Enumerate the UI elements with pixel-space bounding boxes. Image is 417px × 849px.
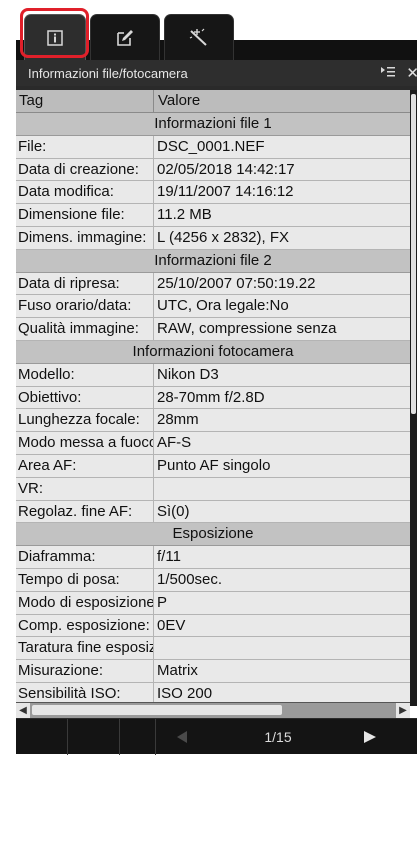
row-value: 28mm [157, 411, 199, 429]
highlight-callout [20, 8, 89, 58]
table-row[interactable]: Dimens. immagine: L (4256 x 2832), FX [16, 226, 410, 250]
row-tag: Data modifica: [16, 181, 154, 204]
table-row[interactable]: Data di creazione: 02/05/2018 14:42:17 [16, 158, 410, 182]
row-value: ISO 200 [157, 684, 213, 702]
row-value: P [157, 593, 168, 611]
horizontal-scroll-thumb[interactable] [32, 705, 282, 715]
row-value: 1/500sec. [157, 570, 223, 588]
row-tag: Fuso orario/data: [16, 295, 154, 318]
row-tag: Misurazione: [16, 660, 154, 682]
next-arrow-icon [364, 731, 376, 743]
prev-button[interactable] [156, 719, 208, 755]
table-row[interactable]: Fuso orario/data: UTC, Ora legale:No [16, 295, 410, 319]
footer-segment [120, 719, 156, 755]
row-tag: Area AF: [16, 454, 154, 477]
row-value [154, 478, 410, 500]
row-tag: Sensibilità ISO: [16, 682, 154, 702]
section-header: Informazioni file 2 [16, 249, 410, 273]
table-row[interactable]: Qualità immagine: RAW, compressione senza [16, 318, 410, 341]
row-value: L (4256 x 2832), FX [157, 228, 290, 246]
magic-wand-icon [189, 28, 207, 46]
row-tag: Obiettivo: [16, 386, 154, 409]
edit-icon [117, 29, 133, 46]
table-row[interactable]: Dimensione file: 11.2 MB [16, 204, 410, 227]
section-header: Informazioni file 1 [16, 113, 410, 136]
row-value [154, 637, 410, 659]
table-row[interactable]: Regolaz. fine AF: Sì(0) [16, 500, 410, 524]
next-button[interactable] [344, 719, 396, 755]
row-tag: Lunghezza focale: [16, 409, 154, 432]
table-header: Tag Valore [16, 90, 410, 113]
table-row[interactable]: Data di ripresa: 25/10/2007 07:50:19.22 [16, 272, 410, 296]
list-menu-icon[interactable] [380, 66, 396, 81]
section-header: Informazioni fotocamera [16, 340, 410, 364]
row-tag: Comp. esposizione: [16, 614, 154, 637]
footer-segment [68, 719, 120, 755]
row-value: AF-S [157, 434, 192, 452]
row-value: Matrix [157, 662, 198, 680]
tab-edit[interactable] [90, 14, 160, 60]
table-row[interactable]: Area AF: Punto AF singolo [16, 454, 410, 478]
row-value: Sì(0) [157, 502, 190, 520]
table-row[interactable]: Comp. esposizione: 0EV [16, 614, 410, 638]
row-tag: Taratura fine esposizione: [16, 637, 154, 660]
row-tag: Qualità immagine: [16, 318, 154, 340]
column-header-tag[interactable]: Tag [16, 90, 154, 112]
table-row[interactable]: Data modifica: 19/11/2007 14:16:12 [16, 181, 410, 205]
row-tag: File: [16, 135, 154, 158]
row-tag: Modo di esposizione: [16, 591, 154, 614]
table-row[interactable]: Obiettivo: 28-70mm f/2.8D [16, 386, 410, 410]
row-tag: VR: [16, 477, 154, 500]
row-tag: Tempo di posa: [16, 568, 154, 591]
row-value: UTC, Ora legale:No [157, 297, 289, 315]
table-row[interactable]: Sensibilità ISO: ISO 200 [16, 682, 410, 702]
table-row[interactable]: Modo di esposizione: P [16, 591, 410, 615]
footer-nav: 1/15 [16, 718, 417, 755]
table-row[interactable]: Lunghezza focale: 28mm [16, 409, 410, 433]
row-value: 11.2 MB [157, 206, 212, 224]
row-value: RAW, compressione senza [157, 320, 337, 338]
vertical-scroll-thumb[interactable] [411, 94, 416, 414]
panel-title: Informazioni file/fotocamera [28, 65, 188, 81]
footer-segment [16, 719, 68, 755]
column-header-value[interactable]: Valore [154, 90, 410, 112]
prev-arrow-icon [177, 731, 187, 743]
row-value: f/11 [157, 548, 181, 566]
metadata-table[interactable]: Tag Valore Informazioni file 1 File: DSC_0… [16, 90, 410, 702]
row-value: 28-70mm f/2.8D [157, 388, 265, 406]
row-value: Nikon D3 [157, 365, 219, 383]
row-tag: Dimens. immagine: [16, 226, 154, 249]
row-value: DSC_0001.NEF [157, 137, 265, 155]
row-value: Punto AF singolo [157, 456, 271, 474]
panel-header: Informazioni file/fotocamera ✕ [16, 60, 417, 86]
row-tag: Modo messa a fuoco: [16, 432, 154, 454]
table-row[interactable]: VR: [16, 477, 410, 501]
row-value: 19/11/2007 14:16:12 [157, 183, 294, 201]
row-tag: Data di ripresa: [16, 272, 154, 295]
horizontal-scrollbar[interactable]: ◀ ▶ [16, 702, 410, 718]
row-tag: Dimensione file: [16, 204, 154, 226]
table-row[interactable]: Misurazione: Matrix [16, 660, 410, 683]
table-row[interactable]: Modello: Nikon D3 [16, 363, 410, 387]
row-value: 0EV [157, 616, 186, 634]
row-value: 02/05/2018 14:42:17 [157, 160, 295, 178]
table-row[interactable]: Diaframma: f/11 [16, 546, 410, 569]
row-tag: Modello: [16, 363, 154, 386]
table-row[interactable]: Modo messa a fuoco: AF-S [16, 432, 410, 455]
vertical-scrollbar[interactable] [410, 90, 417, 706]
tab-adjust[interactable] [164, 14, 234, 60]
row-value: 25/10/2007 07:50:19.22 [157, 274, 316, 292]
table-row[interactable]: Tempo di posa: 1/500sec. [16, 568, 410, 592]
row-tag: Regolaz. fine AF: [16, 500, 154, 523]
row-tag: Data di creazione: [16, 158, 154, 181]
scroll-left-icon[interactable]: ◀ [16, 703, 30, 718]
table-body: Informazioni file 1 File: DSC_0001.NEF Data… [16, 113, 410, 702]
row-tag: Diaframma: [16, 546, 154, 568]
table-row[interactable]: Taratura fine esposizione: [16, 637, 410, 661]
section-header: Esposizione [16, 523, 410, 547]
page-indicator: 1/15 [264, 729, 292, 745]
table-row[interactable]: File: DSC_0001.NEF [16, 135, 410, 159]
close-icon[interactable]: ✕ [406, 64, 417, 82]
scroll-right-icon[interactable]: ▶ [396, 703, 410, 718]
